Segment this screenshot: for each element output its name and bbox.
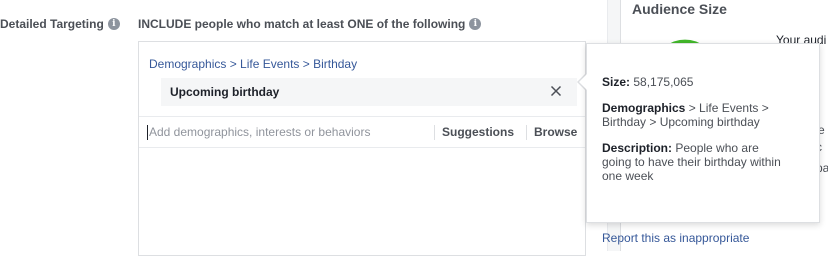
detailed-targeting-text: Detailed Targeting [0, 17, 104, 31]
browse-button[interactable]: Browse [534, 125, 577, 139]
targeting-tooltip: Size: 58,175,065 Demographics > Life Eve… [586, 43, 820, 223]
tooltip-demographics: Demographics > Life Events > Birthday > … [602, 101, 769, 129]
search-row: Suggestions Browse [139, 116, 585, 148]
report-inappropriate-link[interactable]: Report this as inappropriate [602, 231, 749, 245]
selected-targeting-chip[interactable]: Upcoming birthday [161, 78, 577, 106]
tooltip-description: Description: People who are going to hav… [602, 141, 781, 183]
tooltip-size: Size: 58,175,065 [602, 75, 694, 89]
chip-label: Upcoming birthday [170, 85, 280, 99]
detailed-targeting-label: Detailed Targeting i [0, 17, 120, 31]
tooltip-arrow-inner [579, 74, 587, 90]
search-input[interactable] [149, 123, 429, 141]
close-icon[interactable] [548, 83, 564, 99]
suggestions-button[interactable]: Suggestions [442, 125, 514, 139]
targeting-panel: Demographics > Life Events > Birthday Up… [138, 41, 586, 256]
info-icon[interactable]: i [469, 18, 482, 30]
audience-size-title: Audience Size [632, 1, 727, 17]
breadcrumb[interactable]: Demographics > Life Events > Birthday [149, 57, 357, 71]
text-caret [147, 125, 148, 140]
include-text: INCLUDE people who match at least ONE of… [138, 17, 466, 31]
divider [526, 125, 527, 140]
include-heading: INCLUDE people who match at least ONE of… [138, 17, 482, 31]
divider [434, 125, 435, 140]
info-icon[interactable]: i [107, 18, 120, 30]
